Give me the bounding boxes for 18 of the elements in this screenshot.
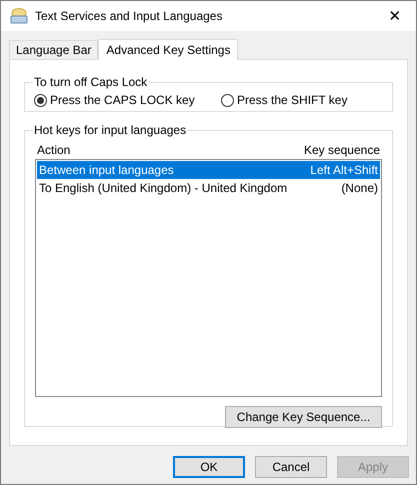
column-header: Key sequence: [304, 142, 380, 159]
window-title: Text Services and Input Languages: [35, 8, 222, 25]
tab[interactable]: Language Bar: [9, 40, 98, 59]
group-title: To turn off Caps Lock: [33, 74, 148, 91]
close-button[interactable]: ✕: [382, 5, 408, 27]
list-row[interactable]: To English (United Kingdom) - United Kingdom (None): [37, 179, 380, 197]
column-header: Action: [37, 142, 70, 159]
radio-option[interactable]: Press the CAPS LOCK key: [34, 91, 195, 109]
keyboard-icon: [10, 8, 28, 24]
radio-option[interactable]: Press the SHIFT key: [221, 91, 348, 109]
tab[interactable]: Advanced Key Settings: [98, 39, 238, 60]
radio-button[interactable]: [34, 94, 47, 106]
group-title: Hot keys for input languages: [33, 122, 188, 139]
dialog-button[interactable]: Cancel: [255, 456, 327, 478]
radio-button[interactable]: [221, 94, 234, 106]
dialog-button[interactable]: OK: [173, 456, 245, 478]
list-row[interactable]: Between input languages Left Alt+Shift: [37, 161, 380, 179]
change-key-sequence-button[interactable]: Change Key Sequence...: [225, 406, 382, 428]
